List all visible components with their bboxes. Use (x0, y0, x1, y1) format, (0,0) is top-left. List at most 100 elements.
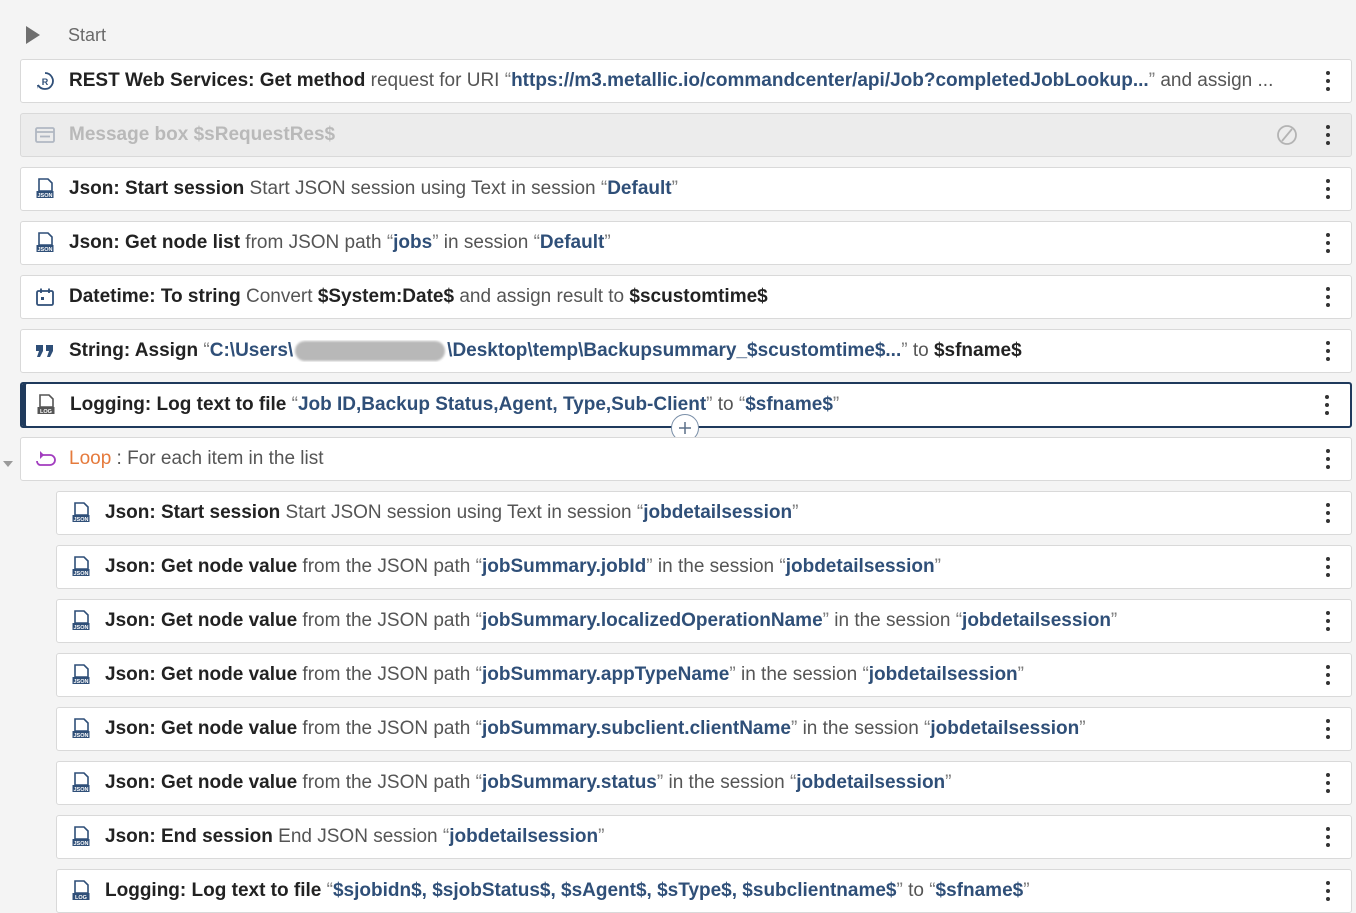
step-datetime-to-string[interactable]: Datetime: To string Convert $System:Date… (20, 275, 1352, 319)
json-file-icon: JSON (57, 502, 105, 524)
step-text: End JSON session (272, 826, 443, 847)
more-options-icon[interactable] (1305, 663, 1351, 687)
step-title: Json: Start session (105, 502, 281, 523)
step-title: Json: Get node value (105, 556, 298, 577)
json-file-icon: JSON (57, 610, 105, 632)
step-json-get-node-value[interactable]: JSON Json: Get node value from the JSON … (56, 761, 1352, 805)
step-text-2: in the session (652, 556, 780, 577)
step-text: from the JSON path (297, 610, 476, 631)
more-options-icon[interactable] (1305, 69, 1351, 93)
more-options-icon[interactable] (1305, 771, 1351, 795)
json-file-icon: JSON (21, 178, 69, 200)
more-options-icon[interactable] (1305, 501, 1351, 525)
more-options-icon[interactable] (1304, 393, 1350, 417)
step-output-variable: $sfname$ (933, 340, 1022, 361)
log-file-icon: LOG (22, 394, 70, 416)
more-options-icon[interactable] (1305, 609, 1351, 633)
step-title: Json: Get node list (69, 232, 241, 253)
more-options-icon[interactable] (1305, 717, 1351, 741)
step-text-2: in the session (663, 772, 790, 793)
json-file-icon: JSON (57, 556, 105, 578)
step-text-2: and assign result to (454, 286, 630, 307)
step-title: Json: Get node value (105, 610, 298, 631)
more-options-icon[interactable] (1305, 825, 1351, 849)
svg-text:JSON: JSON (74, 517, 89, 523)
start-node[interactable]: Start (24, 22, 106, 48)
step-text-2: and assign ... (1155, 70, 1274, 91)
redacted-username (295, 340, 446, 361)
step-text-2: to (907, 340, 934, 361)
step-json-get-node-list[interactable]: JSON Json: Get node list from JSON path … (20, 221, 1352, 265)
step-title: Loop (69, 448, 112, 469)
step-path-end: \Desktop\temp\Backupsummary_$scustomtime… (447, 340, 902, 361)
more-options-icon[interactable] (1305, 231, 1351, 255)
svg-text:JSON: JSON (74, 571, 89, 577)
message-box-icon (21, 126, 69, 144)
step-session-name: Default (607, 178, 672, 199)
more-options-icon[interactable] (1305, 123, 1351, 147)
step-text: Start JSON session using Text in session (280, 502, 637, 523)
step-session-name: jobdetailsession (449, 826, 599, 847)
more-options-icon[interactable] (1305, 177, 1351, 201)
collapse-loop-icon[interactable] (2, 455, 14, 473)
step-session-name: jobdetailsession (962, 610, 1111, 631)
svg-text:JSON: JSON (74, 841, 89, 847)
more-options-icon[interactable] (1305, 339, 1351, 363)
step-title: Logging: Log text to file (70, 394, 287, 415)
loop-icon (21, 449, 69, 469)
more-options-icon[interactable] (1305, 555, 1351, 579)
step-rest-get[interactable]: R REST Web Services: Get method request … (20, 59, 1352, 103)
step-title: Json: Get node value (105, 664, 298, 685)
step-title: Datetime: To string (69, 286, 241, 307)
json-file-icon: JSON (57, 718, 105, 740)
step-logging-log-text-nested[interactable]: LOG Logging: Log text to file “$sjobidn$… (56, 869, 1352, 913)
step-title: Logging: Log text to file (105, 880, 322, 901)
step-output-variable: $scustomtime$ (629, 286, 768, 307)
step-text-2: in session (438, 232, 534, 253)
play-icon (24, 25, 42, 45)
step-json-start-session[interactable]: JSON Json: Start session Start JSON sess… (20, 167, 1352, 211)
quote-close: ” (934, 556, 941, 577)
step-string-assign[interactable]: String: Assign “C:\Users\ \Desktop\temp\B… (20, 329, 1352, 373)
quote-close: ” (1017, 664, 1024, 685)
step-json-get-node-value[interactable]: JSON Json: Get node value from the JSON … (56, 545, 1352, 589)
svg-text:LOG: LOG (40, 409, 52, 415)
step-json-path: jobSummary.appTypeName (481, 664, 730, 685)
calendar-icon (21, 287, 69, 307)
step-session-name: jobdetailsession (868, 664, 1018, 685)
step-log-text: $sjobidn$, $sjobStatus$, $sAgent$, $sTyp… (332, 880, 897, 901)
step-json-path: jobSummary.status (481, 772, 657, 793)
step-variable: $System:Date$ (317, 286, 455, 307)
step-json-get-node-value[interactable]: JSON Json: Get node value from the JSON … (56, 653, 1352, 697)
step-json-get-node-value[interactable]: JSON Json: Get node value from the JSON … (56, 599, 1352, 643)
step-text-2: to (902, 880, 930, 901)
step-json-path: jobs (393, 232, 433, 253)
more-options-icon[interactable] (1305, 447, 1351, 471)
svg-text:JSON: JSON (38, 193, 53, 199)
step-file-variable: $sfname$ (745, 394, 833, 415)
step-json-end-session[interactable]: JSON Json: End session End JSON session … (56, 815, 1352, 859)
quote-close: ” (1079, 718, 1086, 739)
step-json-path: jobSummary.localizedOperationName (481, 610, 823, 631)
plus-icon (679, 422, 691, 434)
disabled-icon[interactable] (1269, 124, 1305, 146)
more-options-icon[interactable] (1305, 879, 1351, 903)
step-json-get-node-value[interactable]: JSON Json: Get node value from the JSON … (56, 707, 1352, 751)
step-text: from the JSON path (297, 772, 476, 793)
step-loop[interactable]: Loop : For each item in the list (20, 437, 1352, 481)
quote-close: ” (671, 178, 678, 199)
step-text-2: to (712, 394, 739, 415)
step-session-name: jobdetailsession (930, 718, 1080, 739)
step-title: Message box $sRequestRes$ (69, 124, 336, 145)
step-title: String: Assign (69, 340, 199, 361)
step-path-start: C:\Users\ (209, 340, 294, 361)
step-text: from JSON path (240, 232, 387, 253)
step-log-text: Job ID,Backup Status,Agent, Type,Sub-Cli… (297, 394, 707, 415)
svg-text:JSON: JSON (74, 679, 89, 685)
quote-close: ” (1110, 610, 1118, 631)
step-message-box[interactable]: Message box $sRequestRes$ (20, 113, 1352, 157)
more-options-icon[interactable] (1305, 285, 1351, 309)
step-file-variable: $sfname$ (935, 880, 1024, 901)
step-text: request for URI (365, 70, 505, 91)
step-json-start-session-nested[interactable]: JSON Json: Start session Start JSON sess… (56, 491, 1352, 535)
